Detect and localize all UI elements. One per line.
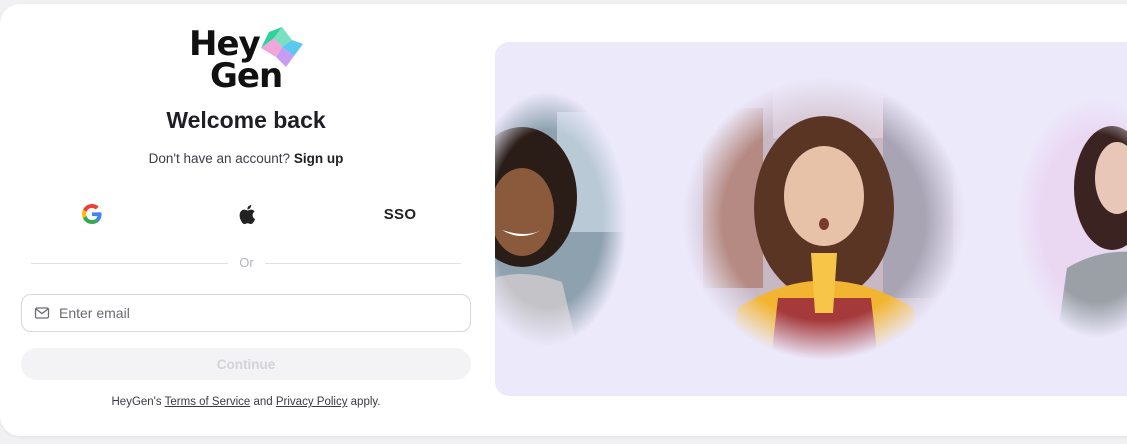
legal-notice: HeyGen's Terms of Service and Privacy Po… [0, 396, 492, 408]
hero-avatar-showcase [495, 42, 1127, 396]
email-input[interactable] [59, 305, 470, 321]
avatar-portrait-left [495, 92, 627, 346]
divider-or: Or [239, 255, 254, 270]
privacy-policy-link[interactable]: Privacy Policy [276, 396, 348, 408]
mail-icon [34, 305, 50, 321]
sso-signin-button[interactable]: SSO [340, 196, 460, 232]
divider-line-right [265, 263, 461, 264]
signup-prompt-text: Don't have an account? [148, 151, 291, 166]
legal-suffix: apply. [350, 396, 381, 408]
logo-mark-icon [261, 27, 303, 67]
apple-icon [239, 204, 255, 224]
divider-line-left [31, 263, 228, 264]
avatar-portrait-right [1017, 98, 1127, 338]
login-panel: Hey Gen Welcome back Don't have an accou… [0, 0, 492, 444]
terms-of-service-link[interactable]: Terms of Service [165, 396, 251, 408]
heygen-logo: Hey Gen [188, 26, 304, 98]
email-field[interactable] [21, 294, 471, 332]
apple-signin-button[interactable] [186, 196, 306, 232]
google-icon [82, 204, 102, 224]
legal-prefix: HeyGen's [111, 396, 162, 408]
signup-prompt: Don't have an account? Sign up [0, 151, 492, 166]
page-title: Welcome back [166, 107, 326, 133]
legal-and: and [253, 396, 273, 408]
continue-button[interactable]: Continue [21, 348, 471, 380]
avatar-portrait-center [683, 78, 965, 360]
google-signin-button[interactable] [32, 196, 152, 232]
signup-link[interactable]: Sign up [294, 151, 344, 166]
